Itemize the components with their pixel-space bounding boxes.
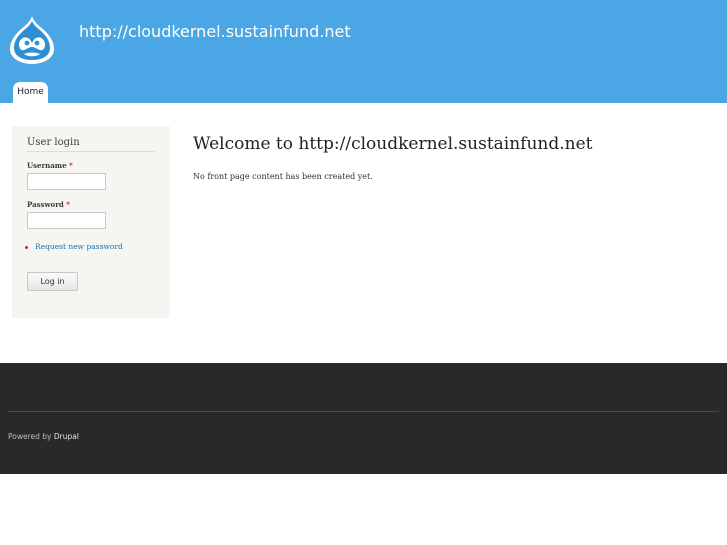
required-marker: * bbox=[69, 161, 73, 170]
login-button[interactable]: Log in bbox=[27, 272, 78, 291]
drupal-link[interactable]: Drupal bbox=[54, 432, 79, 441]
tab-home[interactable]: Home bbox=[13, 82, 48, 103]
user-login-block: User login Username * Password * Request… bbox=[12, 126, 170, 318]
required-marker: * bbox=[66, 200, 70, 209]
password-input[interactable] bbox=[27, 212, 106, 229]
footer-divider bbox=[8, 411, 719, 412]
username-input[interactable] bbox=[27, 173, 106, 190]
site-footer: Powered by Drupal bbox=[0, 363, 727, 474]
site-header: http://cloudkernel.sustainfund.net Home bbox=[0, 0, 727, 103]
powered-by-text: Powered by Drupal bbox=[8, 432, 79, 441]
drupal-drop-icon[interactable] bbox=[9, 15, 55, 65]
bullet-icon bbox=[25, 245, 28, 249]
site-name-link[interactable]: http://cloudkernel.sustainfund.net bbox=[79, 22, 351, 41]
block-title: User login bbox=[27, 137, 155, 152]
powered-by-label: Powered by bbox=[8, 432, 52, 441]
username-label-text: Username bbox=[27, 161, 67, 170]
request-password-item: Request new password bbox=[25, 242, 123, 251]
front-page-message: No front page content has been created y… bbox=[193, 172, 373, 181]
request-new-password-link[interactable]: Request new password bbox=[35, 242, 123, 251]
password-label: Password * bbox=[27, 200, 70, 209]
page-title: Welcome to http://cloudkernel.sustainfun… bbox=[193, 134, 593, 154]
username-label: Username * bbox=[27, 161, 73, 170]
password-label-text: Password bbox=[27, 200, 64, 209]
